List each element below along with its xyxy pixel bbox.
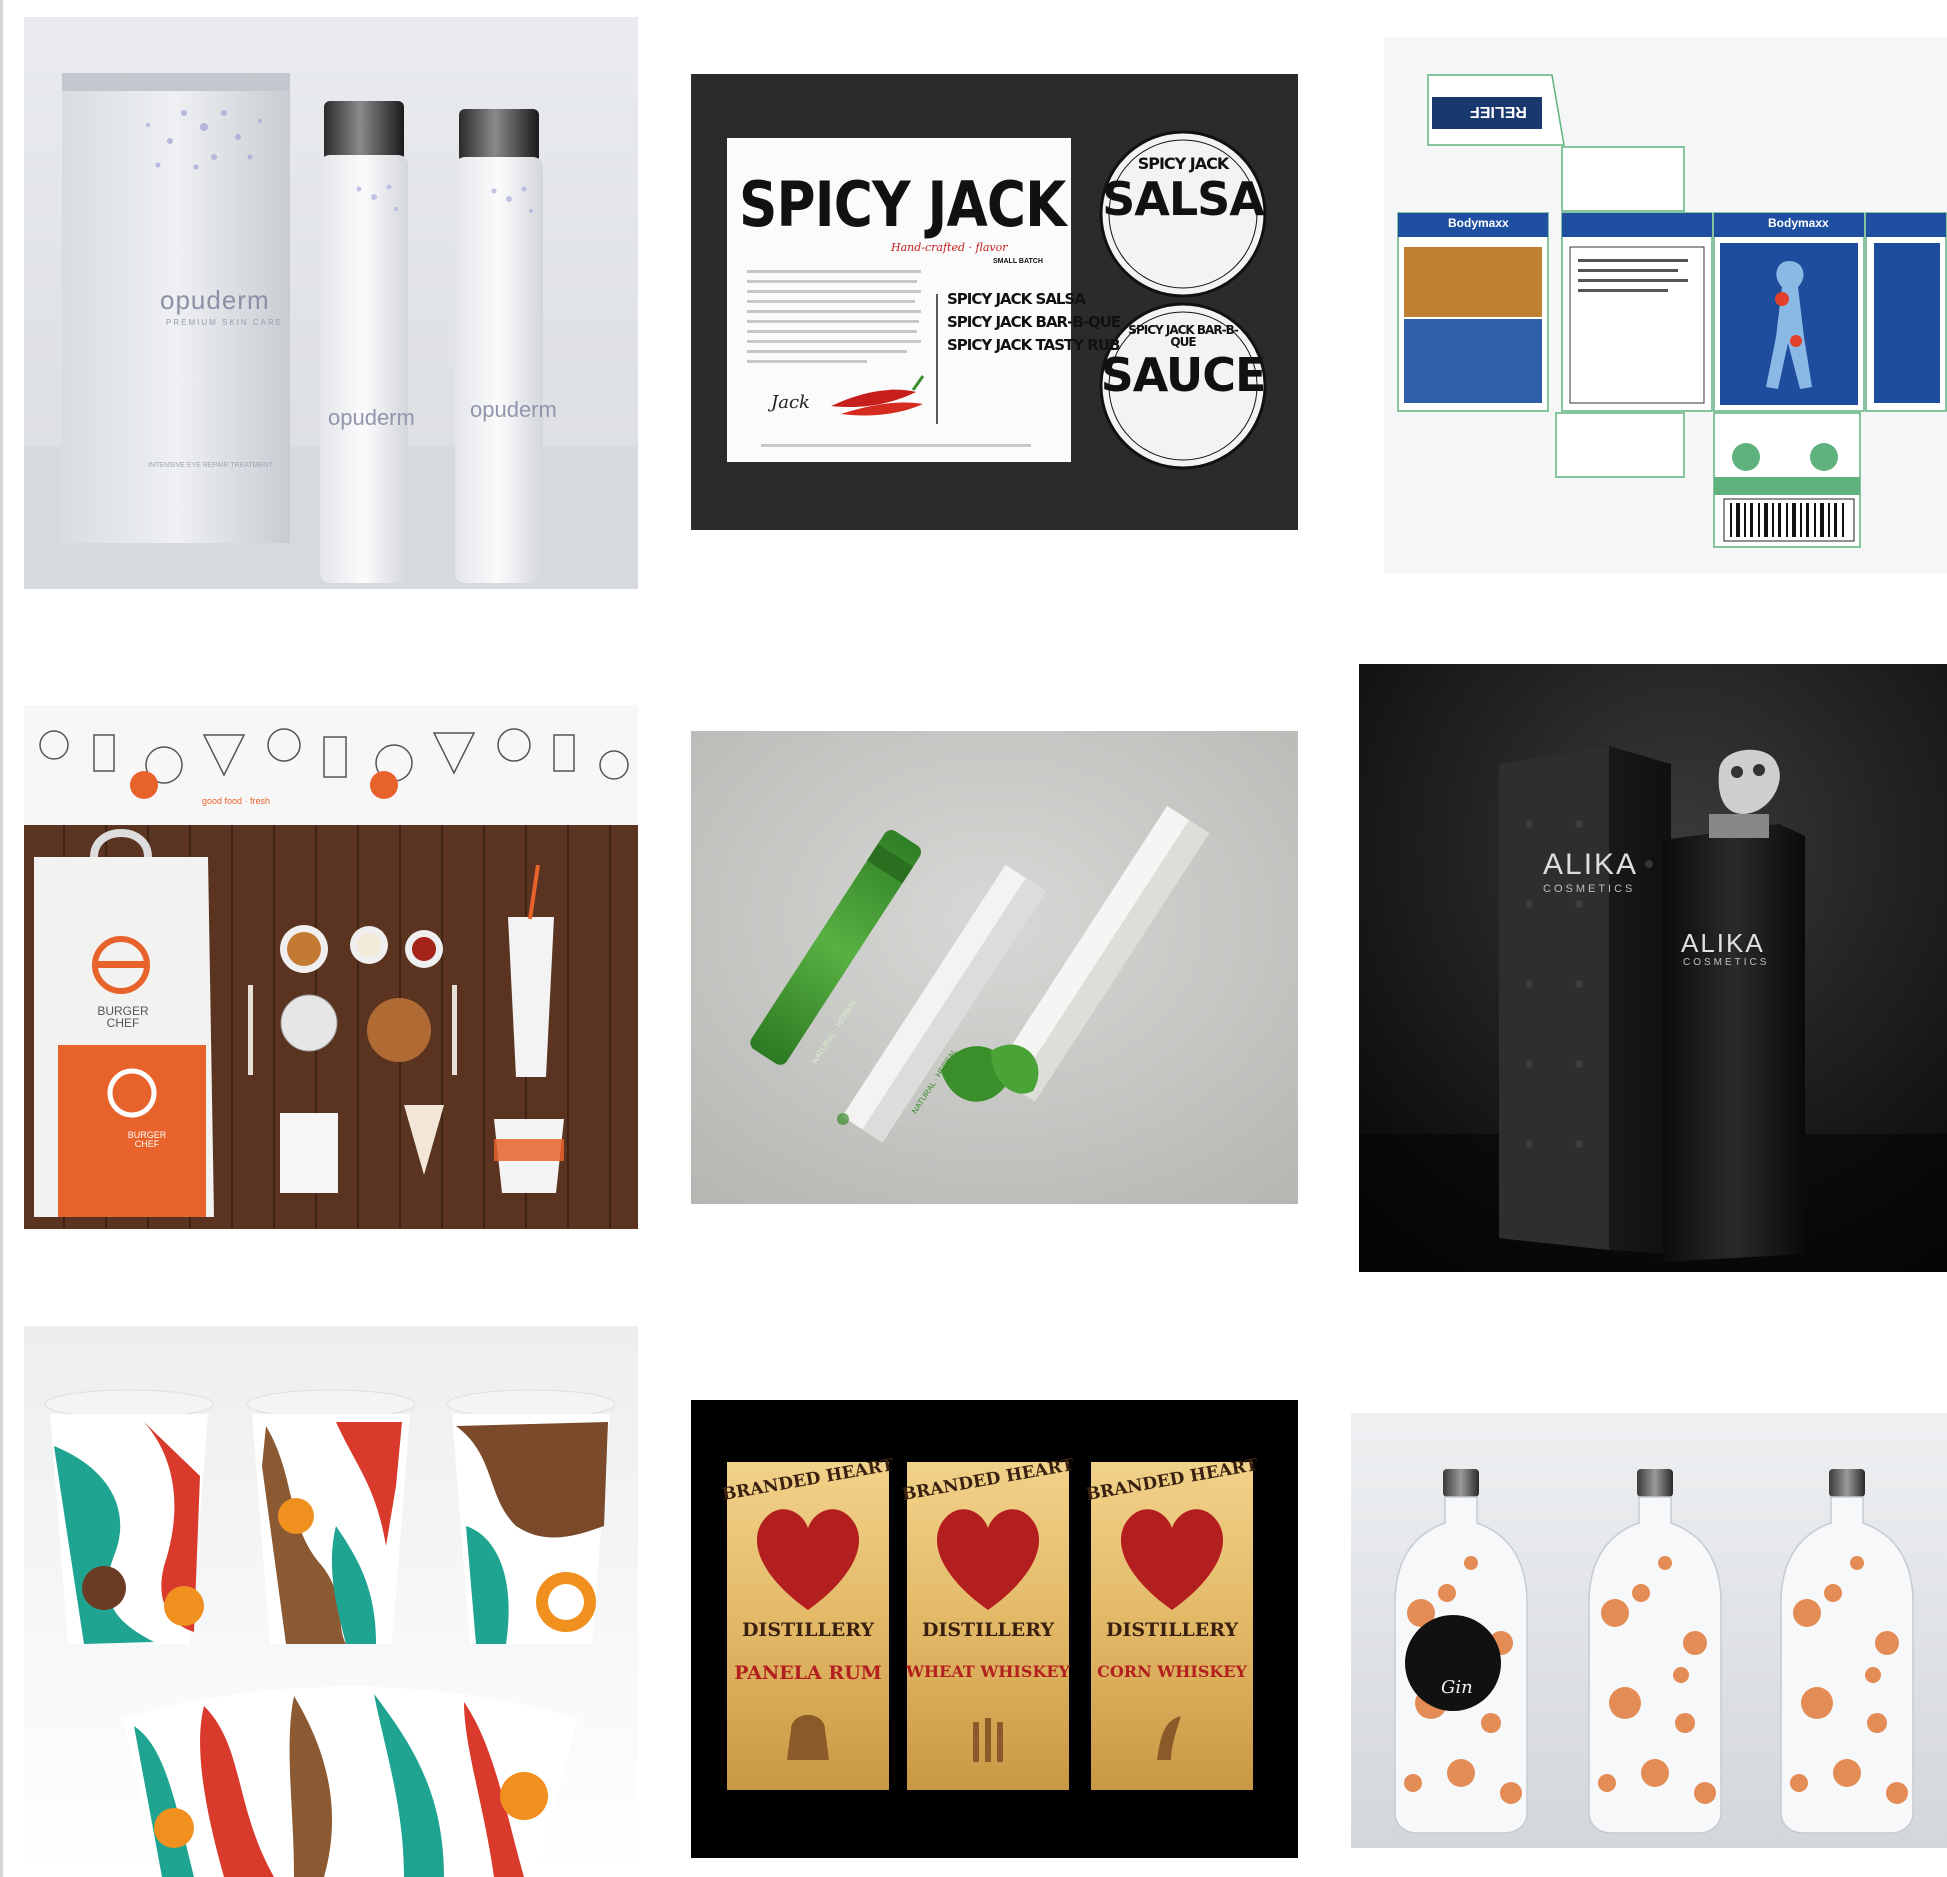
tile-spicy-jack[interactable]: SPICY JACK Hand-crafted · flavor SMALL B… — [691, 74, 1298, 530]
spicy-jack-badge: SMALL BATCH — [993, 258, 1043, 265]
spicy-jack-title: SPICY JACK — [739, 168, 1066, 241]
opuderm-bottle2-brand: opuderm — [470, 397, 557, 422]
spicy-jack-sauce-lid: SPICY JACK BAR-B-QUE SAUCE — [1100, 323, 1267, 402]
alika-bottle-subline: COSMETICS — [1683, 957, 1770, 968]
green-tubes-image — [691, 731, 1298, 1204]
tile-opuderm[interactable]: opuderm PREMIUM SKIN CARE INTENSIVE EYE … — [24, 17, 638, 589]
alika-bottle-brand: ALIKA — [1681, 928, 1765, 958]
coffee-cups-image — [24, 1326, 638, 1877]
opuderm-box-subline: PREMIUM SKIN CARE — [166, 318, 284, 327]
spicy-jack-item-salsa: SPICY JACK SALSA — [947, 290, 1086, 308]
bh-label-3: BRANDED HEART DISTILLERY CORN WHISKEY — [1084, 1455, 1259, 1681]
bh-word-3: DISTILLERY — [1105, 1619, 1239, 1641]
burger-chef-image — [24, 705, 638, 1229]
alika-box-subline: COSMETICS — [1543, 883, 1636, 895]
bh-product-3: CORN WHISKEY — [1097, 1662, 1247, 1681]
salsa-lid-top: SPICY JACK — [1137, 154, 1230, 173]
opuderm-image — [24, 17, 638, 589]
bh-product-1: PANELA RUM — [734, 1662, 882, 1684]
tile-burger-chef[interactable]: good food · fresh BURGER CHEF BURGER CHE… — [24, 705, 638, 1229]
bh-word-1: DISTILLERY — [741, 1619, 875, 1641]
burger-chef-bag-brand: BURGER CHEF — [97, 1004, 149, 1030]
alika-image — [1359, 664, 1947, 1272]
alika-box-brand: ALIKA — [1543, 848, 1639, 881]
spicy-jack-signature: Jack — [771, 392, 810, 413]
burger-chef-pattern-text: good food · fresh — [202, 796, 271, 806]
bodymaxx-image — [1384, 37, 1947, 574]
bh-label-2: BRANDED HEART DISTILLERY WHEAT WHISKEY — [900, 1455, 1075, 1681]
opuderm-box-brand: opuderm — [160, 285, 270, 315]
spicy-jack-side-list: SPICY JACK SALSA SPICY JACK BAR-B-QUE SP… — [947, 290, 1121, 354]
tile-green-tubes[interactable]: NATURAL · HERBAL NATURAL · HERBAL — [691, 731, 1298, 1204]
gin-seal-text: Gin — [1441, 1677, 1473, 1698]
bodymaxx-brand-panel3: Bodymaxx — [1768, 216, 1829, 230]
sauce-lid-top: SPICY JACK BAR-B-QUE — [1128, 323, 1238, 349]
tile-branded-heart[interactable]: BRANDED HEART DISTILLERY PANELA RUM BRAN… — [691, 1400, 1298, 1858]
spicy-jack-item-bbq: SPICY JACK BAR-B-QUE — [947, 313, 1121, 331]
bodymaxx-brand-panel1: Bodymaxx — [1448, 216, 1509, 230]
sauce-lid-main: SAUCE — [1100, 348, 1267, 402]
opuderm-bottle1-brand: opuderm — [328, 405, 415, 430]
tile-bodymaxx[interactable]: Bodymaxx Bodymaxx RELIEF — [1384, 37, 1947, 574]
tile-alika[interactable]: ALIKA COSMETICS ALIKA COSMETICS — [1359, 664, 1947, 1272]
left-divider — [0, 0, 3, 1877]
spicy-jack-salsa-lid: SPICY JACK SALSA — [1101, 154, 1265, 226]
bh-product-2: WHEAT WHISKEY — [906, 1662, 1070, 1681]
opuderm-box-product: INTENSIVE EYE REPAIR TREATMENT — [148, 462, 273, 469]
burger-chef-sack-brand: BURGER CHEF — [127, 1130, 167, 1149]
spicy-jack-tagline: Hand-crafted · flavor — [891, 241, 1008, 254]
bodymaxx-headline: RELIEF — [1470, 103, 1527, 120]
spicy-jack-item-rub: SPICY JACK TASTY RUB — [947, 336, 1120, 354]
tile-coffee-cups[interactable] — [24, 1326, 638, 1877]
salsa-lid-main: SALSA — [1102, 172, 1265, 226]
gin-bottles-image — [1351, 1413, 1947, 1848]
bh-word-2: DISTILLERY — [921, 1619, 1055, 1641]
tile-gin-bottles[interactable]: Gin — [1351, 1413, 1947, 1848]
bh-label-1: BRANDED HEART DISTILLERY PANELA RUM — [720, 1455, 895, 1684]
